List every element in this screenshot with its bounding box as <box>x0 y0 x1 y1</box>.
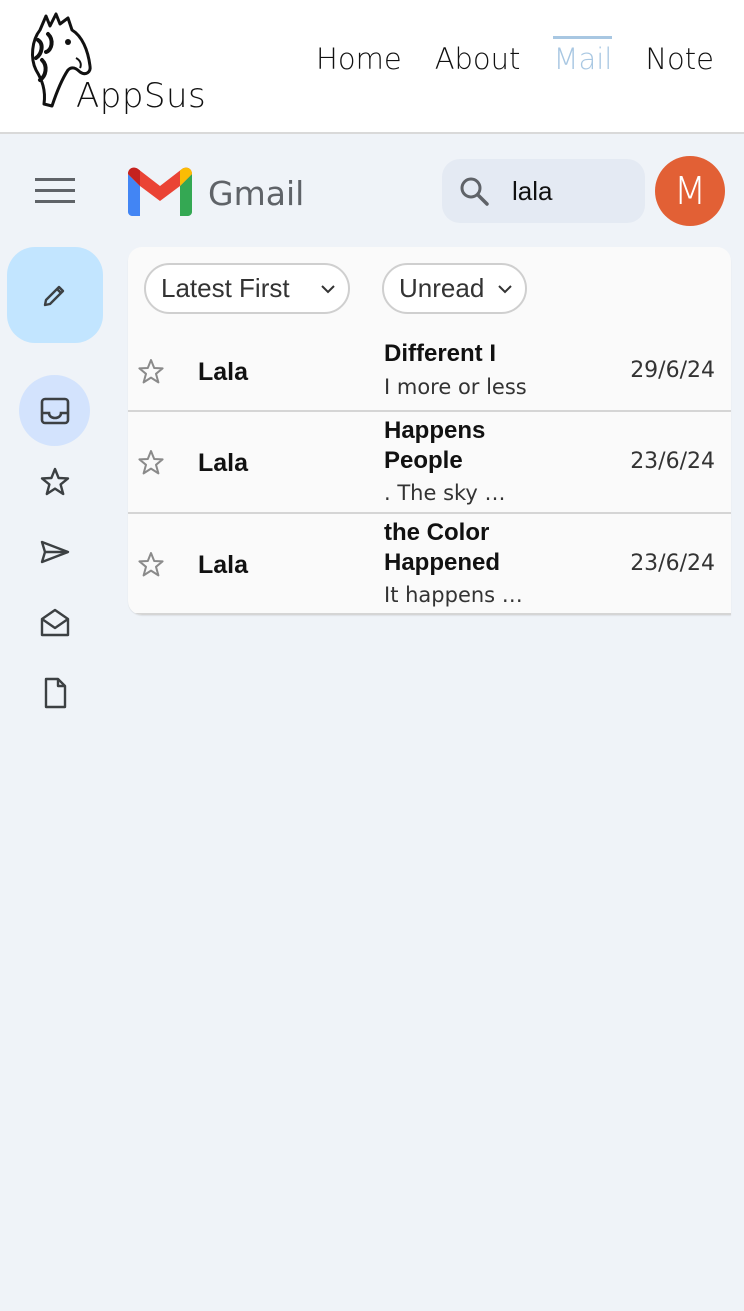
inbox-icon <box>40 397 69 424</box>
open-envelope-icon <box>40 608 69 636</box>
mail-row[interactable]: Lala Happens People . The sky and 23/6/2… <box>128 412 731 514</box>
star-toggle-icon[interactable] <box>136 448 166 478</box>
search-input[interactable] <box>512 171 632 211</box>
mail-snippet: . The sky and <box>384 481 514 505</box>
mail-sender: Lala <box>198 551 249 579</box>
sidebar-item-starred[interactable] <box>19 446 90 517</box>
mail-date: 23/6/24 <box>630 551 715 576</box>
sidebar-item-sent[interactable] <box>19 516 90 587</box>
app-header: AppSus Home About Mail Note <box>0 0 744 134</box>
mail-subject: Happens People <box>384 417 486 474</box>
read-status-select[interactable]: Unread <box>382 263 527 314</box>
mail-subject: the Color Happened <box>384 519 501 576</box>
sent-icon <box>40 540 69 563</box>
mail-list-panel: Latest First Unread Lala Different I I m… <box>128 247 731 615</box>
app-name: AppSus <box>76 76 207 116</box>
nav-about-link[interactable]: About <box>435 42 521 76</box>
mail-date: 23/6/24 <box>630 449 715 474</box>
nav-note-link[interactable]: Note <box>645 42 714 76</box>
chevron-down-icon <box>321 285 335 294</box>
star-icon <box>40 467 69 495</box>
mail-row[interactable]: Lala the Color Happened It happens that … <box>128 514 731 615</box>
account-avatar[interactable]: M <box>655 156 725 226</box>
nav-home-link[interactable]: Home <box>316 42 402 76</box>
nav-mail-link[interactable]: Mail <box>553 36 612 76</box>
gmail-logo-icon[interactable] <box>126 166 194 216</box>
star-toggle-icon[interactable] <box>136 550 166 580</box>
mail-date: 29/6/24 <box>630 358 715 383</box>
search-icon[interactable] <box>458 175 490 207</box>
mail-subject: Different I <box>384 340 497 367</box>
star-toggle-icon[interactable] <box>136 357 166 387</box>
mail-snippet: It happens that <box>384 583 524 607</box>
sort-selected-label: Latest First <box>161 273 290 303</box>
compose-button[interactable] <box>7 247 103 343</box>
gmail-wordmark: Gmail <box>208 174 305 213</box>
sort-select[interactable]: Latest First <box>144 263 350 314</box>
appsus-logo[interactable]: AppSus <box>28 10 208 120</box>
mail-sender: Lala <box>198 358 249 386</box>
draft-icon <box>44 677 66 708</box>
main-nav: Home About Mail Note <box>316 36 714 76</box>
chevron-down-icon <box>498 285 512 294</box>
hamburger-menu-icon[interactable] <box>34 174 76 208</box>
mail-snippet: I more or less <box>384 375 527 399</box>
pencil-icon <box>43 285 65 307</box>
search-bar[interactable] <box>442 159 645 223</box>
sidebar-item-read[interactable] <box>19 587 90 658</box>
sidebar-item-drafts[interactable] <box>19 657 90 728</box>
status-selected-label: Unread <box>399 273 485 303</box>
mail-sender: Lala <box>198 449 249 477</box>
sidebar-item-inbox[interactable] <box>19 375 90 446</box>
mail-row[interactable]: Lala Different I I more or less 29/6/24 <box>128 332 731 412</box>
